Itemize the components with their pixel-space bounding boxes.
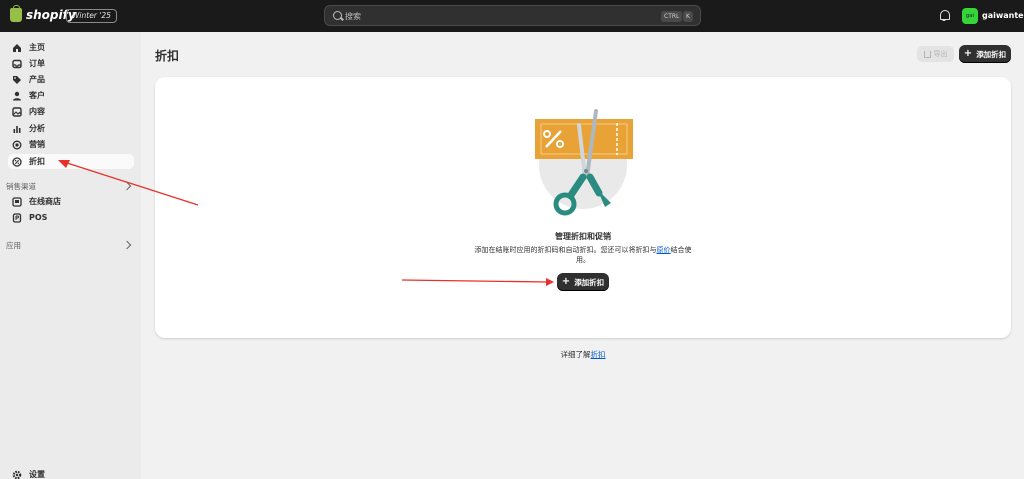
empty-state-add-discount-button[interactable]: + 添加折扣 xyxy=(557,273,609,291)
top-bar: shopify Winter '25 CTRL K gai gaiwantea xyxy=(0,0,1024,32)
edition-badge[interactable]: Winter '25 xyxy=(66,9,117,23)
sidebar-item-label: 产品 xyxy=(29,75,45,84)
sidebar-item-marketing[interactable]: 营销 xyxy=(8,137,134,152)
upload-icon xyxy=(923,50,931,58)
shopify-bag-icon xyxy=(10,5,22,22)
export-label: 导出 xyxy=(933,50,948,58)
page-title: 折扣 xyxy=(155,49,180,63)
sidebar-item-label: 订单 xyxy=(29,59,45,68)
gear-icon xyxy=(12,470,22,479)
notification-bell-icon[interactable] xyxy=(939,10,950,21)
chevron-right-icon[interactable] xyxy=(122,181,132,191)
shortcut-k-key: K xyxy=(683,11,693,22)
sidebar-item-label: 营销 xyxy=(29,140,45,149)
plus-icon: + xyxy=(963,48,973,59)
empty-state-description: 添加在结账时应用的折扣码和自动折扣。您还可以将折扣与原价结合使用。 xyxy=(468,245,698,265)
search-bar[interactable]: CTRL K xyxy=(324,5,701,26)
apps-heading[interactable]: 应用 xyxy=(6,240,21,251)
sidebar-item-label: 主页 xyxy=(29,43,45,52)
empty-state-card: 管理折扣和促销 添加在结账时应用的折扣码和自动折扣。您还可以将折扣与原价结合使用… xyxy=(155,77,1011,338)
sidebar-item-home[interactable]: 主页 xyxy=(8,40,134,55)
empty-desc-text: 添加在结账时应用的折扣码和自动折扣。您还可以将折扣与 xyxy=(474,246,657,254)
sidebar-item-analytics[interactable]: 分析 xyxy=(8,121,134,136)
scissors-coupon-illustration xyxy=(535,109,633,216)
content-icon xyxy=(12,106,22,117)
home-icon xyxy=(12,43,22,53)
sidebar-item-products[interactable]: 产品 xyxy=(8,72,134,87)
sidebar-item-orders[interactable]: 订单 xyxy=(8,56,134,71)
add-discount-label: 添加折扣 xyxy=(976,49,1007,59)
add-discount-button[interactable]: + 添加折扣 xyxy=(959,45,1011,63)
sidebar-item-pos[interactable]: POS xyxy=(8,210,134,225)
store-icon xyxy=(12,196,22,207)
sidebar: 主页 订单 产品 客户 内容 分析 营销 折扣 销售渠道 在线商店 POS 应用 xyxy=(0,32,141,479)
search-input[interactable] xyxy=(345,9,595,23)
sidebar-item-label: POS xyxy=(29,213,48,222)
sidebar-item-label: 分析 xyxy=(29,124,45,133)
bar-chart-icon xyxy=(12,124,22,134)
shortcut-ctrl-key: CTRL xyxy=(661,11,683,22)
plus-icon: + xyxy=(561,276,571,287)
sidebar-item-online-store[interactable]: 在线商店 xyxy=(8,194,134,209)
avatar[interactable]: gai xyxy=(962,8,978,24)
tag-icon xyxy=(12,75,22,85)
sidebar-item-label: 设置 xyxy=(29,470,45,479)
sidebar-item-discounts[interactable]: 折扣 xyxy=(8,154,134,169)
empty-state-title: 管理折扣和促销 xyxy=(555,232,611,241)
store-name[interactable]: gaiwantea xyxy=(982,11,1024,20)
learn-more-discounts-link[interactable]: 折扣 xyxy=(591,350,606,359)
sidebar-item-label: 内容 xyxy=(29,107,45,116)
add-discount-label: 添加折扣 xyxy=(574,277,605,287)
sidebar-item-settings[interactable]: 设置 xyxy=(8,467,134,479)
sidebar-item-content[interactable]: 内容 xyxy=(8,104,134,119)
export-button[interactable]: 导出 xyxy=(917,46,954,62)
sidebar-item-label: 折扣 xyxy=(29,157,45,166)
sidebar-item-label: 在线商店 xyxy=(29,197,61,206)
learn-more-prefix: 详细了解 xyxy=(560,350,591,359)
sidebar-item-label: 客户 xyxy=(29,91,45,100)
inbox-icon xyxy=(12,59,22,69)
sales-channels-heading[interactable]: 销售渠道 xyxy=(6,181,36,192)
learn-more-text: 详细了解折扣 xyxy=(0,349,1024,360)
target-icon xyxy=(12,140,22,150)
discount-icon xyxy=(12,156,22,167)
sidebar-item-customers[interactable]: 客户 xyxy=(8,88,134,103)
person-icon xyxy=(12,91,22,101)
search-icon xyxy=(333,11,342,20)
original-price-link[interactable]: 原价 xyxy=(657,246,671,254)
chevron-right-icon[interactable] xyxy=(122,240,132,250)
pos-icon xyxy=(12,212,22,223)
